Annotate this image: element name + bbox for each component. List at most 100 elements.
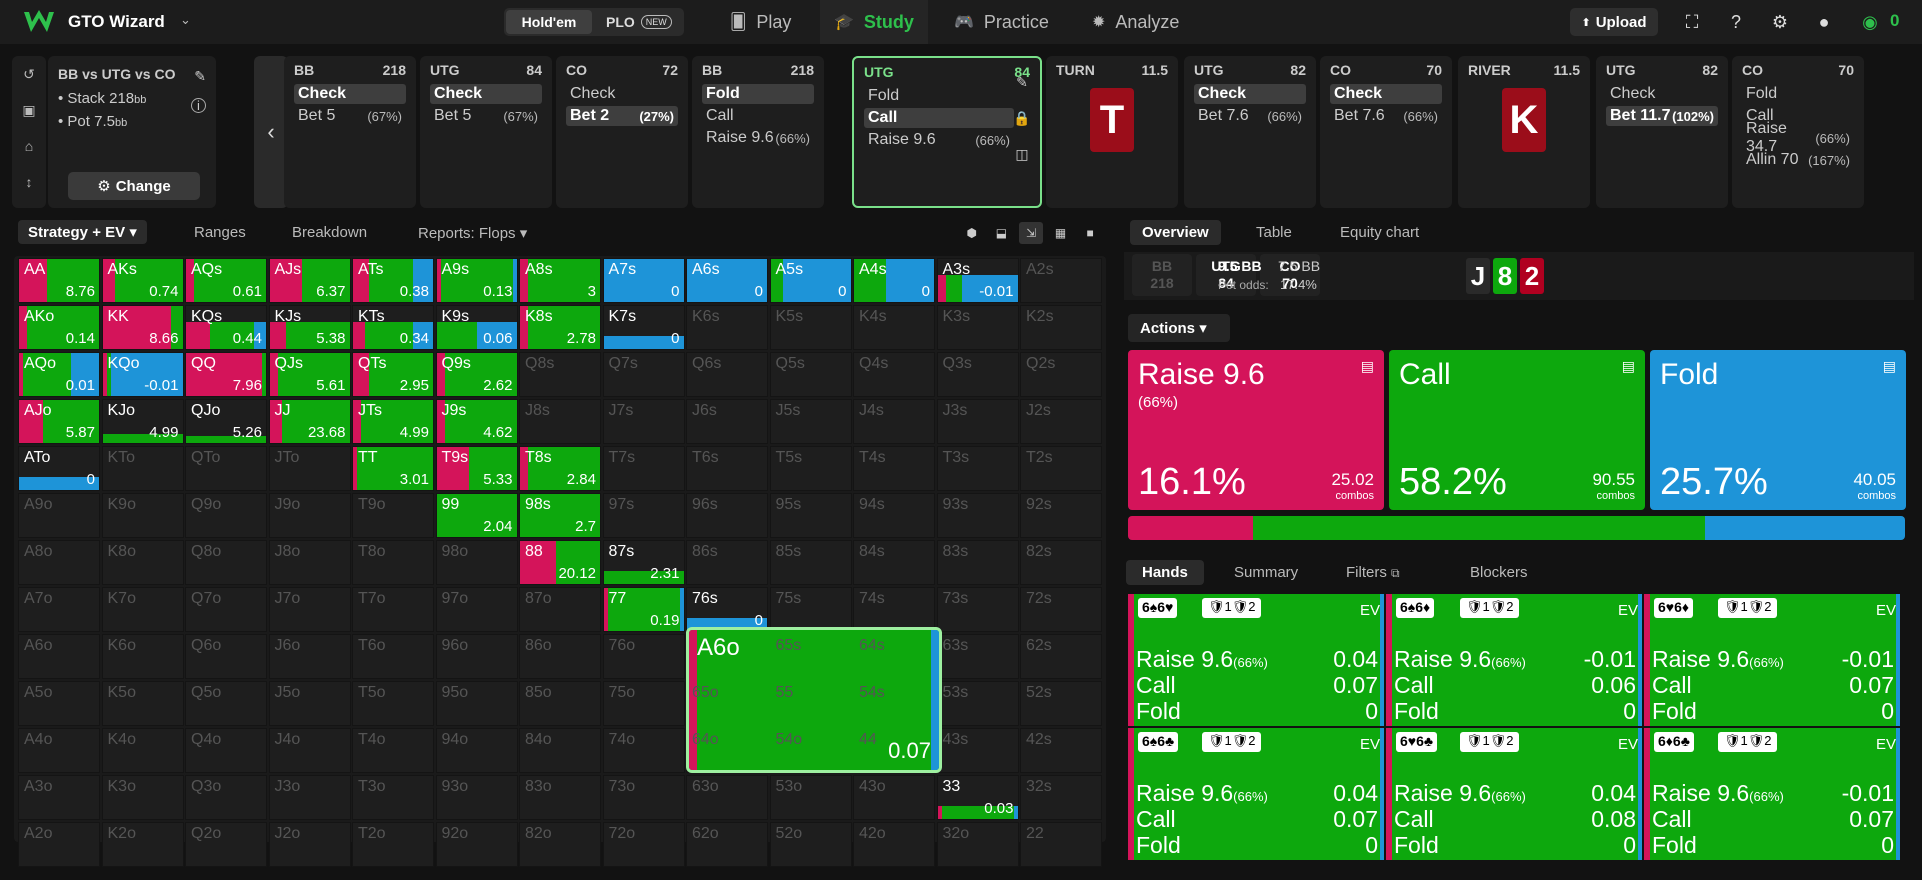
- hand-cell[interactable]: Q4o: [185, 728, 267, 773]
- split-view-icon[interactable]: ⬓: [990, 222, 1014, 244]
- reset-icon[interactable]: ↺: [21, 66, 37, 82]
- hand-cell[interactable]: 86o: [519, 634, 601, 679]
- hand-cell[interactable]: J6o: [268, 634, 351, 679]
- hand-cell[interactable]: J8o: [268, 540, 351, 585]
- change-button[interactable]: ⚙ Change: [68, 172, 200, 200]
- hand-cell[interactable]: TT 3.01: [352, 446, 434, 491]
- hand-cell[interactable]: 96o: [435, 634, 518, 679]
- hand-cell[interactable]: 82s: [1020, 540, 1102, 585]
- wizard-logo-icon[interactable]: [22, 10, 56, 34]
- hand-card[interactable]: 6♠6♥ 🛡1🛡2 EV Raise 9.6(66%) 0.04 Call 0.07 Fold…: [1128, 594, 1384, 726]
- hand-cell[interactable]: AKo 0.14: [18, 305, 100, 350]
- hand-cell[interactable]: 62o: [686, 822, 768, 867]
- hand-cell[interactable]: T5s: [769, 446, 852, 491]
- tab-summary[interactable]: Summary: [1234, 564, 1298, 581]
- action-box[interactable]: Call 58.2% 90.55 combos ▤: [1389, 350, 1645, 510]
- hand-cell[interactable]: 93o: [435, 775, 518, 820]
- hand-cell[interactable]: 98o: [435, 540, 518, 585]
- action-node[interactable]: UTG 84 Fold Call Raise 9.6 (66%) ✎ 🔒 ◫: [852, 56, 1042, 208]
- hand-cell[interactable]: 97o: [435, 587, 518, 632]
- hand-cell[interactable]: T3s: [936, 446, 1019, 491]
- plo-toggle[interactable]: PLO: [606, 14, 635, 30]
- action-box[interactable]: Raise 9.6 (66%) 16.1% 25.02 combos ▤: [1128, 350, 1384, 510]
- hand-cell[interactable]: AJs 6.37: [268, 258, 351, 303]
- hand-cell[interactable]: K4s: [853, 305, 935, 350]
- hand-cell[interactable]: T6s: [686, 446, 768, 491]
- node-action[interactable]: Bet 7.6 (66%): [1194, 106, 1306, 126]
- node-action[interactable]: Fold: [864, 86, 1014, 106]
- grid-view-icon[interactable]: ▦: [1049, 222, 1073, 244]
- hand-cell[interactable]: J3s: [936, 399, 1019, 444]
- action-box[interactable]: Fold 25.7% 40.05 combos ▤: [1650, 350, 1906, 510]
- hand-cell[interactable]: KJs 5.38: [268, 305, 351, 350]
- hand-cell[interactable]: J9s 4.62: [435, 399, 518, 444]
- hand-cell[interactable]: KQo -0.01: [101, 352, 184, 397]
- tab-hands[interactable]: Hands: [1126, 560, 1204, 585]
- hand-cell[interactable]: 86s: [686, 540, 768, 585]
- info-icon[interactable]: i: [191, 98, 206, 113]
- node-action[interactable]: Bet 5 (67%): [430, 106, 542, 126]
- hand-cell[interactable]: K6s: [686, 305, 768, 350]
- node-action[interactable]: Allin 70 (167%): [1742, 150, 1854, 170]
- save-icon[interactable]: ▣: [21, 102, 37, 118]
- hand-cell[interactable]: KTo: [101, 446, 184, 491]
- node-action[interactable]: Bet 2 (27%): [566, 106, 678, 126]
- hand-card[interactable]: 6♦6♣ 🛡1🛡2 EV Raise 9.6(66%) -0.01 Call 0.07 Fol…: [1644, 728, 1900, 860]
- hand-cell[interactable]: Q2o: [185, 822, 267, 867]
- hand-cell[interactable]: T7s: [602, 446, 685, 491]
- hand-cell[interactable]: K6o: [101, 634, 184, 679]
- node-action[interactable]: Bet 7.6 (66%): [1330, 106, 1442, 126]
- node-action[interactable]: Raise 34.7 (66%): [1742, 120, 1854, 155]
- hand-cell[interactable]: K9o: [101, 493, 184, 538]
- hand-cell[interactable]: J7s: [602, 399, 685, 444]
- nav-study[interactable]: 🎓 Study: [820, 0, 928, 44]
- node-action[interactable]: Check: [566, 84, 678, 104]
- hand-cell[interactable]: 73s: [936, 587, 1019, 632]
- hand-cell[interactable]: AQs 0.61: [185, 258, 267, 303]
- hand-cell[interactable]: K8s 2.78: [519, 305, 601, 350]
- hand-cell[interactable]: 84s: [853, 540, 935, 585]
- hand-cell[interactable]: 52s: [1020, 681, 1102, 726]
- hand-cell[interactable]: T2s: [1020, 446, 1102, 491]
- hand-cell[interactable]: 76o: [602, 634, 685, 679]
- hand-cell[interactable]: K3o: [101, 775, 184, 820]
- pencil-icon[interactable]: ✎: [194, 68, 206, 85]
- hand-cell[interactable]: 53s: [936, 681, 1019, 726]
- hand-cell[interactable]: QTs 2.95: [352, 352, 434, 397]
- hand-cell[interactable]: Q5s: [769, 352, 852, 397]
- screenshot-icon[interactable]: ⛶: [1680, 10, 1704, 34]
- hand-cell[interactable]: A4o: [18, 728, 100, 773]
- hand-cell[interactable]: K5o: [101, 681, 184, 726]
- node-action[interactable]: Raise 9.6 (66%): [864, 130, 1014, 150]
- hand-cell[interactable]: 32o: [936, 822, 1019, 867]
- hand-card[interactable]: 6♥6♦ 🛡1🛡2 EV Raise 9.6(66%) -0.01 Call 0.07 Fol…: [1644, 594, 1900, 726]
- nav-analyze[interactable]: ✹ Analyze: [1078, 0, 1193, 44]
- action-node[interactable]: TURN 11.5 T: [1046, 56, 1178, 208]
- hand-cell[interactable]: 87s 2.31: [602, 540, 685, 585]
- prev-nodes-button[interactable]: ‹: [254, 56, 288, 208]
- tab-overview[interactable]: Overview: [1130, 220, 1221, 245]
- hand-cell[interactable]: Q7s: [602, 352, 685, 397]
- nav-play[interactable]: 🂠 Play: [716, 0, 805, 44]
- hand-cell[interactable]: JTs 4.99: [352, 399, 434, 444]
- hand-cell[interactable]: Q5o: [185, 681, 267, 726]
- node-action[interactable]: Fold: [702, 84, 814, 104]
- hand-cell[interactable]: A6o: [18, 634, 100, 679]
- hand-cell[interactable]: K2s: [1020, 305, 1102, 350]
- hand-card[interactable]: 6♥6♣ 🛡1🛡2 EV Raise 9.6(66%) 0.04 Call 0.08 Fold…: [1386, 728, 1642, 860]
- hand-cell[interactable]: Q6o: [185, 634, 267, 679]
- chevron-down-icon[interactable]: ⌄: [180, 12, 191, 28]
- hand-cell[interactable]: KQs 0.44: [185, 305, 267, 350]
- node-action[interactable]: Check: [294, 84, 406, 104]
- full-view-icon[interactable]: ■: [1078, 222, 1102, 244]
- hand-cell[interactable]: 87o: [519, 587, 601, 632]
- hand-cell[interactable]: Q2s: [1020, 352, 1102, 397]
- hand-cell[interactable]: ATs 0.38: [352, 258, 434, 303]
- hand-cell[interactable]: KJo 4.99: [101, 399, 184, 444]
- upload-button[interactable]: ⬆ Upload: [1570, 8, 1658, 36]
- hand-cell[interactable]: Q6s: [686, 352, 768, 397]
- hand-cell[interactable]: JTo: [268, 446, 351, 491]
- hand-cell[interactable]: A9s 0.13: [435, 258, 518, 303]
- tab-breakdown[interactable]: Breakdown: [292, 224, 367, 241]
- actions-dropdown[interactable]: Actions ▾: [1128, 314, 1230, 342]
